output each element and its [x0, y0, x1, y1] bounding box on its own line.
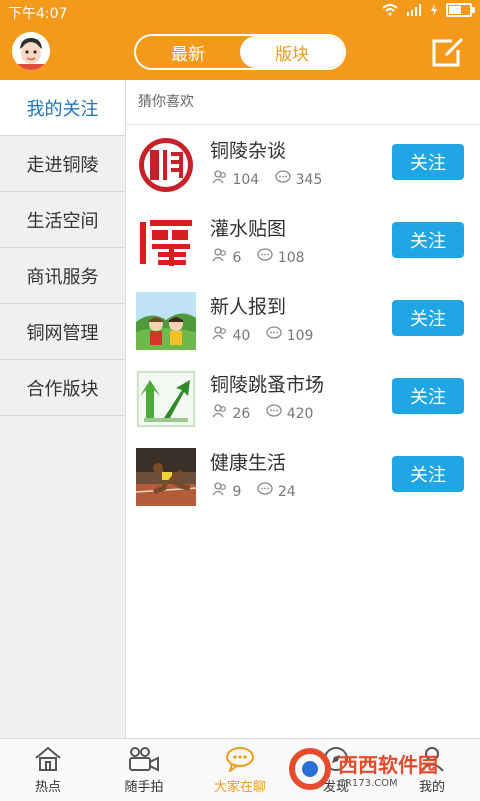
watermark-sub: CR173.COM [338, 778, 398, 789]
comment-icon [257, 248, 274, 261]
post-count: 345 [275, 170, 322, 188]
member-count: 26 [212, 404, 250, 422]
guan-character-icon [136, 214, 196, 272]
forum-name: 新人报到 [210, 296, 287, 318]
charging-icon [431, 4, 437, 16]
sidebar-item-my-follows[interactable]: 我的关注 [0, 80, 125, 136]
forum-stats: 104 345 [212, 170, 322, 188]
members-icon [212, 482, 226, 496]
post-count-value: 109 [286, 328, 314, 344]
nav-label: 随手拍 [124, 779, 164, 795]
member-count-value: 26 [232, 406, 251, 422]
comment-icon [266, 404, 282, 417]
signal-icon [407, 4, 421, 16]
nav-label: 大家在聊 [213, 779, 266, 795]
sidebar-item-life-space[interactable]: 生活空间 [0, 192, 125, 248]
member-count: 6 [212, 248, 241, 266]
member-count-value: 9 [232, 484, 242, 500]
list-item[interactable]: 铜陵跳蚤市场 26 420 关注 [126, 358, 480, 436]
comment-icon [275, 170, 291, 183]
follow-button[interactable]: 关注 [392, 378, 464, 414]
post-count: 109 [266, 326, 313, 344]
follow-button[interactable]: 关注 [392, 456, 464, 492]
sidebar-item-business-service[interactable]: 商讯服务 [0, 248, 125, 304]
watermark-logo-icon [289, 748, 331, 790]
nav-item-snapshot[interactable]: 随手拍 [96, 739, 192, 801]
member-count-value: 6 [232, 250, 242, 266]
follow-button[interactable]: 关注 [392, 300, 464, 336]
members-icon [212, 404, 226, 418]
list-item[interactable]: 新人报到 40 109 关注 [126, 280, 480, 358]
member-count: 9 [212, 482, 241, 500]
member-count: 104 [212, 170, 259, 188]
comment-icon [266, 326, 282, 339]
post-count-value: 420 [286, 406, 314, 422]
green-arrow-icon [136, 370, 196, 428]
status-time: 下午4:07 [8, 6, 68, 22]
post-count-value: 108 [277, 250, 305, 266]
forum-name: 铜陵跳蚤市场 [210, 374, 325, 396]
member-count-value: 40 [232, 328, 251, 344]
forum-stats: 26 420 [212, 404, 313, 422]
status-bar: 下午4:07 [0, 0, 480, 24]
watermark-main: 西西软件园 [338, 753, 438, 777]
member-count-value: 104 [232, 172, 260, 188]
follow-button[interactable]: 关注 [392, 144, 464, 180]
sidebar-item-enter-tongling[interactable]: 走进铜陵 [0, 136, 125, 192]
forum-name: 灌水贴图 [210, 218, 287, 240]
members-icon [212, 170, 226, 184]
nav-label: 热点 [34, 779, 61, 795]
nav-item-chat[interactable]: 大家在聊 [192, 739, 288, 801]
battery-icon [446, 3, 475, 17]
sprinter-photo-icon [136, 448, 196, 506]
post-count: 420 [266, 404, 313, 422]
sidebar-item-network-management[interactable]: 铜网管理 [0, 304, 125, 360]
wifi-icon [382, 4, 398, 16]
forum-list-panel: 猜你喜欢 铜陵杂谈 104 345 关注 灌水贴图 6 108 关注 新人报到 … [126, 80, 480, 738]
camera-icon [129, 746, 159, 772]
forum-name: 健康生活 [210, 452, 287, 474]
watermark: 西西软件园 CR173.COM [288, 742, 478, 796]
comment-icon [257, 482, 274, 495]
avatar[interactable] [12, 32, 50, 70]
avatar-face-icon [12, 32, 50, 70]
follow-button[interactable]: 关注 [392, 222, 464, 258]
forum-stats: 6 108 [212, 248, 305, 266]
list-item[interactable]: 铜陵杂谈 104 345 关注 [126, 124, 480, 202]
home-icon [35, 746, 61, 771]
chat-icon [226, 746, 254, 772]
forum-stats: 9 24 [212, 482, 296, 500]
tab-sections[interactable]: 版块 [240, 36, 344, 68]
forum-stats: 40 109 [212, 326, 313, 344]
status-icons [382, 3, 475, 17]
members-icon [212, 248, 226, 262]
section-heading: 猜你喜欢 [126, 80, 480, 125]
segment-switch: 最新 版块 [134, 34, 346, 70]
tab-latest[interactable]: 最新 [136, 36, 240, 68]
tongling-seal-icon [136, 136, 196, 194]
top-header: 最新 版块 [0, 24, 480, 80]
post-count-value: 345 [295, 172, 323, 188]
cartoon-people-icon [136, 292, 196, 350]
members-icon [212, 326, 226, 340]
post-count-value: 24 [277, 484, 296, 500]
sidebar-item-cooperation[interactable]: 合作版块 [0, 360, 125, 416]
edit-icon[interactable] [432, 37, 466, 67]
nav-item-hot[interactable]: 热点 [0, 739, 96, 801]
sidebar: 我的关注 走进铜陵 生活空间 商讯服务 铜网管理 合作版块 [0, 80, 126, 738]
post-count: 24 [257, 482, 296, 500]
watermark-text: 西西软件园 CR173.COM [338, 749, 438, 789]
forum-name: 铜陵杂谈 [210, 140, 287, 162]
post-count: 108 [257, 248, 305, 266]
list-item[interactable]: 健康生活 9 24 关注 [126, 436, 480, 514]
member-count: 40 [212, 326, 250, 344]
list-item[interactable]: 灌水贴图 6 108 关注 [126, 202, 480, 280]
